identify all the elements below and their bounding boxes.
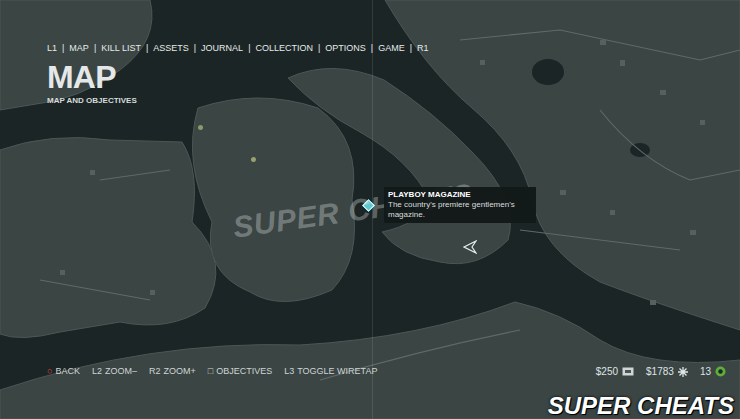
- cash-icon: [622, 367, 634, 376]
- page-subtitle: MAP AND OBJECTIVES: [47, 95, 429, 107]
- control-label: ZOOM+: [164, 365, 196, 379]
- nav-item[interactable]: R1: [417, 42, 429, 56]
- location-dot-icon[interactable]: [251, 157, 256, 162]
- nav-item[interactable]: JOURNAL: [201, 42, 243, 56]
- nav-separator: |: [248, 42, 250, 56]
- tooltip: PLAYBOY MAGAZINEThe country's premiere g…: [384, 187, 536, 223]
- nav-separator: |: [62, 42, 64, 56]
- player-arrow-icon: [463, 240, 477, 254]
- control-label: ZOOM–: [105, 365, 137, 379]
- tooltip-description: The country's premiere gentlemen's magaz…: [388, 200, 532, 220]
- nav-item[interactable]: OPTIONS: [325, 42, 366, 56]
- resource-icon: [715, 366, 726, 377]
- control-label: TOGGLE WIRETAP: [297, 365, 377, 379]
- currency-value: 13: [700, 364, 711, 379]
- watermark-logo: SUPER CHEATS: [548, 388, 734, 419]
- controls-bar: ○BACK L2ZOOM– R2ZOOM+ □OBJECTIVES L3TOGGLE W…: [47, 365, 377, 379]
- control-hint[interactable]: R2ZOOM+: [149, 365, 196, 379]
- control-button: □: [208, 365, 213, 379]
- location-dot-icon[interactable]: [198, 125, 203, 130]
- nav-separator: |: [318, 42, 320, 56]
- currency-item: 13: [700, 364, 726, 379]
- currency-item: $1783: [646, 364, 688, 379]
- currency-bar: $250 $1783 13: [596, 364, 726, 379]
- nav-separator: |: [194, 42, 196, 56]
- currency-value: $1783: [646, 364, 674, 379]
- control-hint[interactable]: ○BACK: [47, 365, 80, 379]
- nav-separator: |: [410, 42, 412, 56]
- page-title: MAP: [47, 61, 429, 93]
- control-hint[interactable]: L2ZOOM–: [92, 365, 137, 379]
- nav-separator: |: [146, 42, 148, 56]
- control-button: ○: [47, 365, 52, 379]
- control-label: OBJECTIVES: [216, 365, 272, 379]
- control-button: L2: [92, 365, 102, 379]
- control-hint[interactable]: L3TOGGLE WIRETAP: [284, 365, 377, 379]
- control-hint[interactable]: □OBJECTIVES: [208, 365, 272, 379]
- control-button: R2: [149, 365, 161, 379]
- nav-item[interactable]: L1: [47, 42, 57, 56]
- control-button: L3: [284, 365, 294, 379]
- bank-icon: [678, 367, 688, 377]
- map-screen: SUPER CHEATS L1 | MAP | KILL LIST | ASSETS | JOU…: [0, 0, 740, 419]
- top-nav: L1 | MAP | KILL LIST | ASSETS | JOURNAL | COLLECTI…: [47, 42, 429, 56]
- tooltip-title: PLAYBOY MAGAZINE: [388, 190, 532, 200]
- nav-separator: |: [94, 42, 96, 56]
- nav-separator: |: [371, 42, 373, 56]
- bottom-bar: ○BACK L2ZOOM– R2ZOOM+ □OBJECTIVES L3TOGGLE W…: [0, 364, 740, 379]
- header: L1 | MAP | KILL LIST | ASSETS | JOURNAL | COLLECTI…: [47, 42, 429, 107]
- nav-item[interactable]: KILL LIST: [101, 42, 141, 56]
- nav-item[interactable]: GAME: [378, 42, 405, 56]
- nav-item[interactable]: ASSETS: [153, 42, 189, 56]
- currency-item: $250: [596, 364, 634, 379]
- control-label: BACK: [55, 365, 80, 379]
- nav-item[interactable]: MAP: [69, 42, 89, 56]
- currency-value: $250: [596, 364, 618, 379]
- nav-item[interactable]: COLLECTION: [255, 42, 313, 56]
